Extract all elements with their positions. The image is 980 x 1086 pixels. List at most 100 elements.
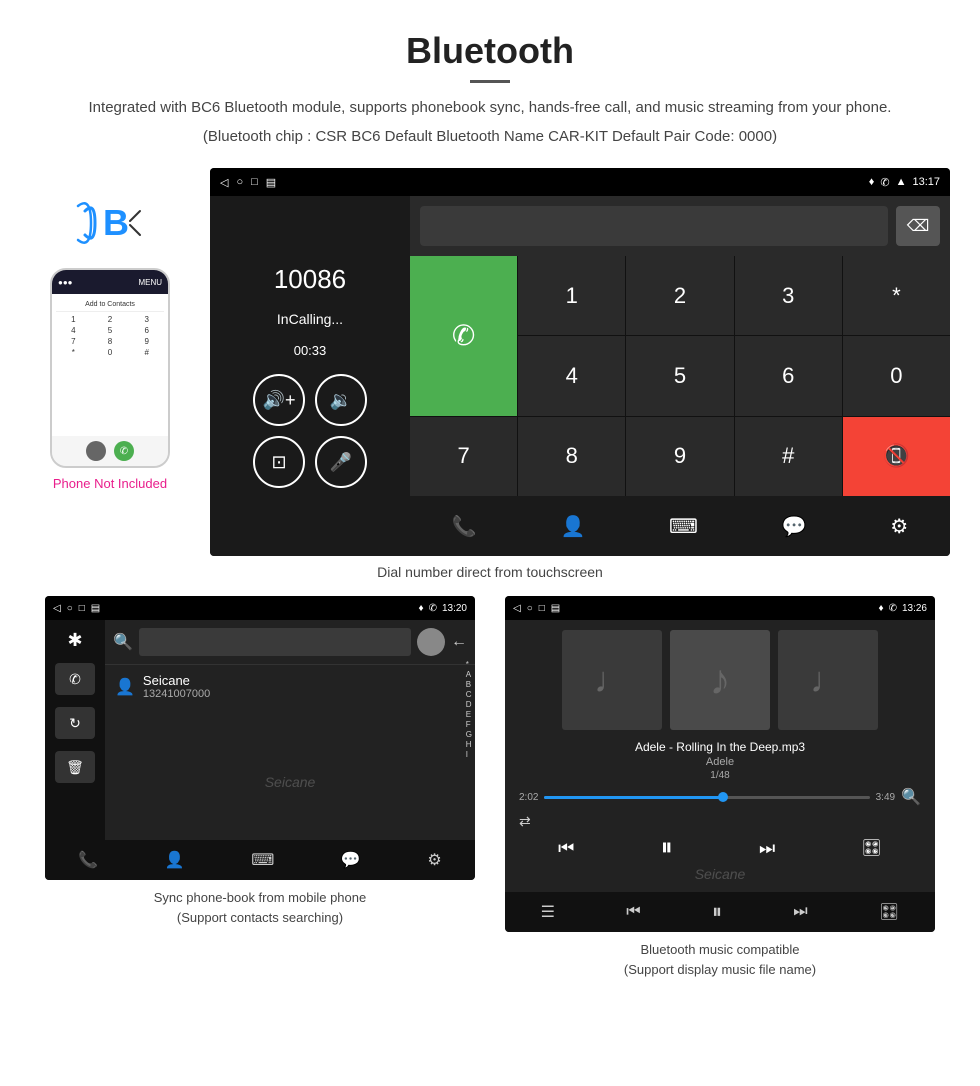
phonebook-caption: Sync phone-book from mobile phone (Suppo… — [144, 880, 376, 927]
pb-signal-icon: ✆ — [429, 603, 437, 614]
music-progress-row: 2:02 3:49 🔍 — [515, 781, 925, 813]
phone-menu: MENU — [138, 278, 162, 287]
pb-sync-button[interactable]: ↻ — [55, 707, 95, 739]
music-time: 13:26 — [902, 603, 927, 614]
calls-icon[interactable]: 📞 — [452, 514, 477, 539]
phone-camera-button — [86, 441, 106, 461]
pb-delete-icon: 🗑 — [66, 759, 84, 776]
in-calling-label: InCalling... — [277, 311, 343, 327]
dial-controls: 🔊+ 🔉 ⊡ 🎤 — [225, 374, 395, 488]
bluetooth-symbol-icon: B — [75, 191, 145, 256]
music-progress-bar[interactable] — [544, 796, 869, 799]
pb-dialpad-icon[interactable]: ⌨ — [251, 850, 274, 870]
dial-right-panel: ⌫ 1 2 3 * ✆ 4 5 6 0 7 — [410, 196, 950, 556]
music-note-icon-left: ♩ — [594, 659, 630, 701]
music-prev-icon[interactable]: ⏮ — [626, 903, 640, 921]
bluetooth-icon-wrap: B — [70, 188, 150, 258]
key-6[interactable]: 6 — [735, 336, 842, 415]
music-album-art-small-left: ♩ — [562, 630, 662, 730]
music-status-bar: ◁ ○ □ ▤ ♦ ✆ 13:26 — [505, 596, 935, 620]
dial-input-row: ⌫ — [410, 196, 950, 256]
next-track-button[interactable]: ⏭ — [759, 838, 775, 859]
music-nav-home-icon: ○ — [527, 603, 533, 614]
music-content: ♩ ♪ ♩ Adele - Rolling In the Deep.mp3 Ad… — [505, 620, 935, 892]
microphone-button[interactable]: 🎤 — [315, 436, 367, 488]
music-note-icon-center: ♪ — [710, 656, 731, 704]
music-time-current: 2:02 — [519, 792, 538, 803]
settings-icon[interactable]: ⚙ — [890, 514, 908, 539]
shuffle-icon[interactable]: ⇄ — [519, 813, 531, 830]
prev-track-button[interactable]: ⏮ — [558, 838, 574, 859]
pb-notification-icon: ▤ — [91, 603, 100, 614]
microphone-icon: 🎤 — [330, 452, 352, 473]
phone-carrier: ●●● — [58, 278, 73, 287]
music-nav-back-icon: ◁ — [513, 603, 521, 614]
music-list-icon[interactable]: ☰ — [541, 902, 555, 922]
pb-calls-icon[interactable]: 📞 — [78, 850, 98, 870]
end-call-button[interactable]: 📵 — [843, 417, 950, 496]
music-album-row: ♩ ♪ ♩ — [515, 630, 925, 730]
pb-contacts-icon[interactable]: 👤 — [165, 850, 185, 870]
key-1[interactable]: 1 — [518, 256, 625, 335]
dial-left-panel: 10086 InCalling... 00:33 🔊+ 🔉 ⊡ — [210, 196, 410, 556]
music-settings-icon[interactable]: 🎛 — [879, 902, 899, 922]
dial-screen-wrap: ◁ ○ □ ▤ ♦ ✆ ▲ 13:17 10086 InCalling... — [210, 168, 950, 556]
pb-phone-icon: ✆ — [69, 671, 81, 688]
music-section: ◁ ○ □ ▤ ♦ ✆ 13:26 ♩ — [490, 596, 950, 979]
key-7[interactable]: 7 — [410, 417, 517, 496]
equalizer-icon[interactable]: 🎛 — [862, 838, 882, 858]
music-notification-icon: ▤ — [551, 603, 560, 614]
bluetooth-specs: (Bluetooth chip : CSR BC6 Default Blueto… — [60, 126, 920, 149]
pb-nav-back-icon: ◁ — [53, 603, 61, 614]
pb-search-bar[interactable] — [139, 628, 411, 656]
nav-back-icon: ◁ — [220, 176, 228, 189]
key-3[interactable]: 3 — [735, 256, 842, 335]
dial-content: 10086 InCalling... 00:33 🔊+ 🔉 ⊡ — [210, 196, 950, 556]
key-4[interactable]: 4 — [518, 336, 625, 415]
main-section: B ●●● MENU Add to Contacts 1 2 3 4 5 — [0, 158, 980, 556]
call-button[interactable]: ✆ — [410, 256, 517, 416]
music-album-art-center: ♪ — [670, 630, 770, 730]
messages-icon[interactable]: 💬 — [782, 514, 807, 539]
key-2[interactable]: 2 — [626, 256, 733, 335]
page-title: Bluetooth — [60, 30, 920, 72]
dial-caption: Dial number direct from touchscreen — [0, 556, 980, 596]
dial-input-box[interactable] — [420, 206, 888, 246]
volume-down-button[interactable]: 🔉 — [315, 374, 367, 426]
key-8[interactable]: 8 — [518, 417, 625, 496]
play-pause-button[interactable]: ⏸ — [661, 834, 673, 862]
transfer-button[interactable]: ⊡ — [253, 436, 305, 488]
volume-down-icon: 🔉 — [330, 390, 352, 411]
music-controls: ⏮ ⏸ ⏭ 🎛 — [515, 830, 925, 866]
volume-up-icon: 🔊+ — [263, 390, 296, 411]
key-5[interactable]: 5 — [626, 336, 733, 415]
music-play-icon[interactable]: ⏸ — [712, 901, 722, 924]
dial-number: 10086 — [274, 264, 346, 295]
pb-settings-icon[interactable]: ⚙ — [427, 850, 441, 870]
backspace-button[interactable]: ⌫ — [896, 206, 940, 246]
music-progress-fill — [544, 796, 723, 799]
pb-back-icon[interactable]: ← — [451, 633, 467, 651]
music-next-icon[interactable]: ⏭ — [793, 903, 807, 921]
phone-bottom-bar: ✆ — [52, 436, 168, 466]
music-screen: ◁ ○ □ ▤ ♦ ✆ 13:26 ♩ — [505, 596, 935, 932]
transfer-icon: ⊡ — [271, 452, 286, 473]
key-star[interactable]: * — [843, 256, 950, 335]
pb-phone-button[interactable]: ✆ — [55, 663, 95, 695]
pb-delete-button[interactable]: 🗑 — [55, 751, 95, 783]
pb-contact-name: Seicane — [143, 673, 210, 688]
key-0[interactable]: 0 — [843, 336, 950, 415]
key-9[interactable]: 9 — [626, 417, 733, 496]
key-hash[interactable]: # — [735, 417, 842, 496]
phone-screen-body: Add to Contacts 1 2 3 4 5 6 7 8 9 * 0 # — [52, 294, 168, 436]
pb-messages-icon[interactable]: 💬 — [341, 850, 361, 870]
music-time-total: 3:49 — [876, 792, 895, 803]
music-bottom-bar: ☰ ⏮ ⏸ ⏭ 🎛 — [505, 892, 935, 932]
bluetooth-nav-icon[interactable]: ✱ — [67, 630, 82, 651]
contacts-icon[interactable]: 👤 — [560, 514, 585, 539]
page-description: Integrated with BC6 Bluetooth module, su… — [60, 97, 920, 120]
volume-up-button[interactable]: 🔊+ — [253, 374, 305, 426]
music-search-icon[interactable]: 🔍 — [901, 787, 921, 807]
page-header: Bluetooth Integrated with BC6 Bluetooth … — [0, 0, 980, 158]
dialpad-icon[interactable]: ⌨ — [669, 514, 698, 539]
